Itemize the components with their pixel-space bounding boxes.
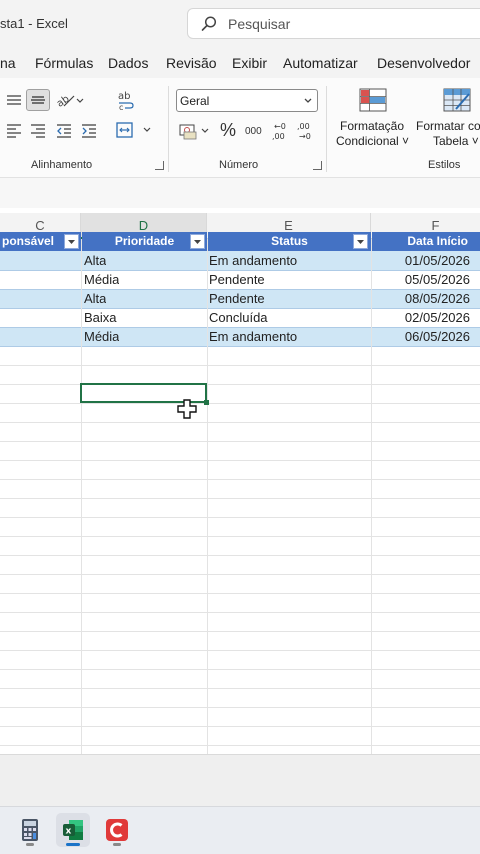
- svg-text:ab: ab: [118, 91, 130, 102]
- percent-button[interactable]: %: [220, 120, 236, 141]
- sheet-tabs-bar: [0, 754, 480, 806]
- cell-status[interactable]: Concluída: [209, 308, 268, 327]
- header-label: Data Início: [407, 234, 468, 248]
- number-launcher-icon[interactable]: [313, 161, 322, 170]
- tab-revisao[interactable]: Revisão: [166, 55, 217, 71]
- search-placeholder: Pesquisar: [228, 16, 291, 32]
- cell-priority[interactable]: Baixa: [84, 308, 117, 327]
- cell-priority[interactable]: Média: [84, 327, 119, 346]
- merge-center-icon[interactable]: [115, 121, 155, 139]
- running-indicator: [66, 843, 80, 846]
- svg-text:,00: ,00: [297, 122, 310, 131]
- cell-status[interactable]: Pendente: [209, 289, 265, 308]
- cell-priority[interactable]: Alta: [84, 251, 106, 270]
- conditional-formatting-label-1[interactable]: Formatação: [336, 119, 408, 134]
- accounting-format-icon[interactable]: [179, 123, 213, 141]
- format-as-table-icon[interactable]: [442, 87, 472, 113]
- taskbar: x: [0, 806, 480, 854]
- running-indicator: [26, 843, 34, 846]
- increase-indent-icon[interactable]: [80, 122, 98, 138]
- tab-formulas[interactable]: Fórmulas: [35, 55, 93, 71]
- svg-text:c: c: [119, 103, 123, 110]
- taskbar-calculator[interactable]: [13, 813, 47, 847]
- search-icon: [200, 15, 218, 33]
- ribbon-tabs: na Fórmulas Dados Revisão Exibir Automat…: [0, 46, 480, 78]
- taskbar-screen-recorder[interactable]: [100, 813, 134, 847]
- cell-priority[interactable]: Média: [84, 270, 119, 289]
- number-group-label: Número: [219, 159, 259, 171]
- header-label: Status: [271, 234, 308, 248]
- thousands-separator-button[interactable]: 000: [245, 126, 262, 137]
- cell-status[interactable]: Pendente: [209, 270, 265, 289]
- table-header-prioridade: Prioridade: [82, 232, 207, 251]
- tab-automatizar[interactable]: Automatizar: [283, 55, 358, 71]
- title-bar: sta1 - Excel Pesquisar: [0, 0, 480, 46]
- svg-text:→0: →0: [299, 132, 311, 141]
- align-top-icon[interactable]: [4, 92, 22, 108]
- align-left-icon[interactable]: [4, 122, 22, 138]
- window-title: sta1 - Excel: [0, 16, 68, 31]
- cell-start-date[interactable]: 02/05/2026: [372, 308, 470, 327]
- cell-priority[interactable]: Alta: [84, 289, 106, 308]
- tab-pagina-inicial[interactable]: na: [0, 55, 16, 71]
- cell-start-date[interactable]: 05/05/2026: [372, 270, 470, 289]
- decrease-indent-icon[interactable]: [55, 122, 73, 138]
- ribbon: ab ab c Alinhamento Geral % 000 ←0,00 ,00…: [0, 78, 480, 178]
- conditional-formatting-label-2[interactable]: Condicional ˅: [336, 134, 409, 149]
- formula-bar-area: [0, 178, 480, 208]
- cell-cursor-icon: [176, 398, 200, 427]
- format-as-table-label-2[interactable]: Tabela ˅: [433, 134, 480, 149]
- tab-exibir[interactable]: Exibir: [232, 55, 267, 71]
- increase-decimal-icon[interactable]: ←0,00: [271, 121, 291, 141]
- cell-status[interactable]: Em andamento: [209, 251, 297, 270]
- filter-dropdown-icon[interactable]: [190, 234, 205, 249]
- align-middle-button[interactable]: [26, 89, 50, 111]
- table-header-data-inicio: Data Início: [372, 232, 480, 251]
- table-header-status: Status: [208, 232, 371, 251]
- header-label: Prioridade: [114, 234, 175, 248]
- cell-start-date[interactable]: 08/05/2026: [372, 289, 470, 308]
- wrap-text-icon[interactable]: ab c: [116, 90, 136, 110]
- orientation-icon[interactable]: ab: [55, 90, 85, 110]
- svg-text:x: x: [66, 827, 72, 837]
- taskbar-excel[interactable]: x: [56, 813, 90, 847]
- svg-text:←0: ←0: [274, 122, 286, 131]
- worksheet-grid[interactable]: C D E F ponsável Prioridade Status Data …: [0, 208, 480, 754]
- running-indicator: [113, 843, 121, 846]
- styles-group-label: Estilos: [428, 159, 461, 171]
- svg-text:,00: ,00: [272, 132, 285, 141]
- conditional-formatting-icon[interactable]: [358, 87, 388, 113]
- filter-dropdown-icon[interactable]: [353, 234, 368, 249]
- number-format-value: Geral: [180, 94, 210, 108]
- cell-status[interactable]: Em andamento: [209, 327, 297, 346]
- filter-dropdown-icon[interactable]: [64, 234, 79, 249]
- alignment-launcher-icon[interactable]: [155, 161, 164, 170]
- align-right-icon[interactable]: [30, 122, 48, 138]
- alignment-group-label: Alinhamento: [31, 159, 93, 171]
- tab-desenvolvedor[interactable]: Desenvolvedor: [377, 55, 470, 71]
- search-box[interactable]: Pesquisar: [187, 8, 480, 39]
- cell-start-date[interactable]: 01/05/2026: [372, 251, 470, 270]
- number-format-select[interactable]: Geral: [176, 89, 318, 112]
- fill-handle[interactable]: [204, 400, 209, 405]
- format-as-table-label-1[interactable]: Formatar co: [416, 119, 480, 134]
- chevron-down-icon: [303, 94, 313, 112]
- cell-start-date[interactable]: 06/05/2026: [372, 327, 470, 346]
- tab-dados[interactable]: Dados: [108, 55, 148, 71]
- header-label: ponsável: [2, 234, 55, 248]
- decrease-decimal-icon[interactable]: ,00 →0: [296, 121, 316, 141]
